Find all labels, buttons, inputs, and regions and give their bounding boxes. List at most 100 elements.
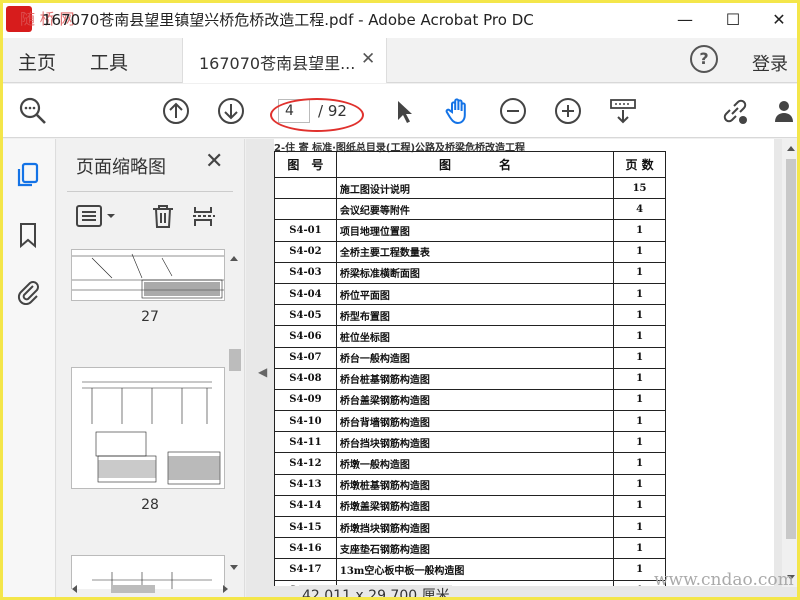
title-bar: 随 桥 网 167070苍南县望里镇望兴桥危桥改造工程.pdf - Adobe … xyxy=(0,0,800,38)
zoom-out-icon[interactable] xyxy=(496,94,530,128)
drawing-name-cell: 会议纪要等附件 xyxy=(335,198,615,221)
drawing-name-cell: 桥台一般构造图 xyxy=(335,346,615,369)
minimize-button[interactable]: — xyxy=(662,0,708,38)
scroll-mode-icon[interactable] xyxy=(606,94,640,128)
share-link-icon[interactable] xyxy=(718,94,752,128)
document-viewport[interactable]: ◀ 2-住 寄 标准·图纸总目录(工程)公路及桥梁危桥改造工程 图 号 图 名 … xyxy=(246,139,800,600)
select-cursor-icon[interactable] xyxy=(386,94,420,128)
table-row: S4-08 桥台桩基钢筋构造图 1 xyxy=(274,367,666,390)
collapse-panel-arrow[interactable]: ◀ xyxy=(258,365,267,379)
drawing-code-cell xyxy=(274,176,337,200)
page-count-cell: 1 xyxy=(613,325,666,348)
close-window-button[interactable]: ✕ xyxy=(756,0,800,38)
next-page-icon[interactable] xyxy=(214,94,248,128)
drawing-code-cell: S4-11 xyxy=(274,431,337,454)
maximize-button[interactable]: ☐ xyxy=(710,0,756,38)
delete-page-icon[interactable] xyxy=(149,201,177,231)
drawing-name-cell: 桥墩一般构造图 xyxy=(335,452,615,475)
window-title: 167070苍南县望里镇望兴桥危桥改造工程.pdf - Adobe Acroba… xyxy=(42,11,534,29)
drawing-code-cell: S4-01 xyxy=(274,219,337,242)
column-header: 页 数 xyxy=(613,151,666,178)
pdf-page: 2-住 寄 标准·图纸总目录(工程)公路及桥梁危桥改造工程 图 号 图 名 页 … xyxy=(274,139,774,587)
extract-page-icon[interactable] xyxy=(191,201,219,231)
drawing-name-cell: 桥台挡块钢筋构造图 xyxy=(335,431,615,454)
drawing-name-cell: 项目地理位置图 xyxy=(335,219,615,242)
site-watermark: www.cndao.com xyxy=(654,570,794,590)
page-count-cell: 1 xyxy=(613,473,666,496)
drawing-code-cell: S4-07 xyxy=(274,346,337,369)
navigation-rail xyxy=(0,139,56,600)
previous-page-icon[interactable] xyxy=(159,94,193,128)
page-count-cell: 1 xyxy=(613,452,666,475)
document-scroll-thumb[interactable] xyxy=(786,159,796,539)
thumbnail-horizontal-scrollbar[interactable] xyxy=(65,581,241,597)
drawing-code-cell: S4-12 xyxy=(274,452,337,475)
hand-tool-icon[interactable] xyxy=(441,94,475,128)
table-body: 施工图设计说明 15 会议纪要等附件 4 S4-01 项目地理位置图 1 S4-02 全桥主要工… xyxy=(274,176,666,587)
table-header-row: 图 号 图 名 页 数 xyxy=(274,151,666,178)
column-header: 图 号 xyxy=(274,151,337,178)
drawing-name-cell: 桥台桩基钢筋构造图 xyxy=(335,367,615,390)
drawing-code-cell: S4-16 xyxy=(274,537,337,560)
page-count-cell: 1 xyxy=(613,346,666,369)
login-button[interactable]: 登录 xyxy=(752,50,788,76)
table-row: S4-09 桥台盖梁钢筋构造图 1 xyxy=(274,388,666,412)
drawing-code-cell: S4-03 xyxy=(274,261,337,284)
table-row: S4-13 桥墩桩基钢筋构造图 1 xyxy=(274,473,666,496)
table-row: S4-04 桥位平面图 1 xyxy=(274,282,666,306)
close-panel-button[interactable]: ✕ xyxy=(205,149,223,174)
table-row: S4-02 全桥主要工程数量表 1 xyxy=(274,240,666,263)
page-count-cell: 1 xyxy=(613,219,666,242)
drawing-code-cell: S4-10 xyxy=(274,410,337,433)
drawing-name-cell: 施工图设计说明 xyxy=(335,176,615,200)
page-count-cell: 1 xyxy=(613,261,666,284)
drawing-code-cell: S4-06 xyxy=(274,325,337,348)
table-row: S4-10 桥台背墙钢筋构造图 1 xyxy=(274,410,666,433)
bookmark-icon[interactable] xyxy=(14,221,42,249)
drawing-code-cell: S4-14 xyxy=(274,494,337,518)
page-thumbnails-icon[interactable] xyxy=(14,161,42,189)
document-scrollbar[interactable] xyxy=(782,139,800,587)
table-row: S4-03 桥梁标准横断面图 1 xyxy=(274,261,666,284)
close-tab-button[interactable]: ✕ xyxy=(361,49,375,69)
table-row: S4-06 桩位坐标图 1 xyxy=(274,325,666,348)
table-row: S4-05 桥型布置图 1 xyxy=(274,304,666,327)
tab-bar: 主页 工具 167070苍南县望里... ✕ ? 登录 xyxy=(0,38,800,83)
thumbnail-page-28[interactable] xyxy=(71,367,225,489)
page-count-cell: 1 xyxy=(613,240,666,263)
page-thumbnails-panel: 页面缩略图 ✕ 27 28 xyxy=(57,139,245,600)
attachment-icon[interactable] xyxy=(14,277,42,306)
page-count-cell: 1 xyxy=(613,410,666,433)
tab-tools[interactable]: 工具 xyxy=(90,48,128,75)
drawing-code-cell: S4-17 xyxy=(274,558,337,581)
column-header: 图 名 xyxy=(335,151,615,178)
page-count-cell: 15 xyxy=(613,176,666,200)
search-icon[interactable] xyxy=(16,94,50,128)
tab-document[interactable]: 167070苍南县望里... ✕ xyxy=(182,38,387,83)
table-row: 施工图设计说明 15 xyxy=(274,176,666,200)
drawing-name-cell: 桥台背墙钢筋构造图 xyxy=(335,410,615,433)
thumbnail-list[interactable]: 27 28 xyxy=(65,249,235,589)
drawing-code-cell: S4-15 xyxy=(274,515,337,539)
drawing-name-cell: 桥梁标准横断面图 xyxy=(335,261,615,284)
drawing-name-cell: 桥台盖梁钢筋构造图 xyxy=(335,388,615,412)
page-count-cell: 1 xyxy=(613,515,666,539)
drawing-code-cell: S4-09 xyxy=(274,388,337,412)
thumbnail-scroll-thumb[interactable] xyxy=(229,349,241,371)
options-menu-button[interactable] xyxy=(75,201,121,231)
thumbnail-page-27[interactable] xyxy=(71,249,225,301)
drawing-code-cell xyxy=(274,198,337,221)
table-row: S4-11 桥台挡块钢筋构造图 1 xyxy=(274,431,666,454)
drawing-code-cell: S4-08 xyxy=(274,367,337,390)
tab-home[interactable]: 主页 xyxy=(18,48,56,75)
document-tab-label: 167070苍南县望里... xyxy=(199,54,356,73)
drawing-name-cell: 支座垫石钢筋构造图 xyxy=(335,537,615,560)
drawing-code-cell: S4-02 xyxy=(274,240,337,263)
page-count-cell: 1 xyxy=(613,388,666,412)
page-count-cell: 1 xyxy=(613,431,666,454)
help-icon[interactable]: ? xyxy=(690,45,718,73)
thumbnail-scrollbar[interactable] xyxy=(225,249,243,577)
zoom-in-icon[interactable] xyxy=(551,94,585,128)
drawing-index-table: 图 号 图 名 页 数 施工图设计说明 15 会议纪要等附件 4 S4-01 项目地理位置… xyxy=(274,151,666,587)
share-user-icon[interactable] xyxy=(770,94,800,128)
